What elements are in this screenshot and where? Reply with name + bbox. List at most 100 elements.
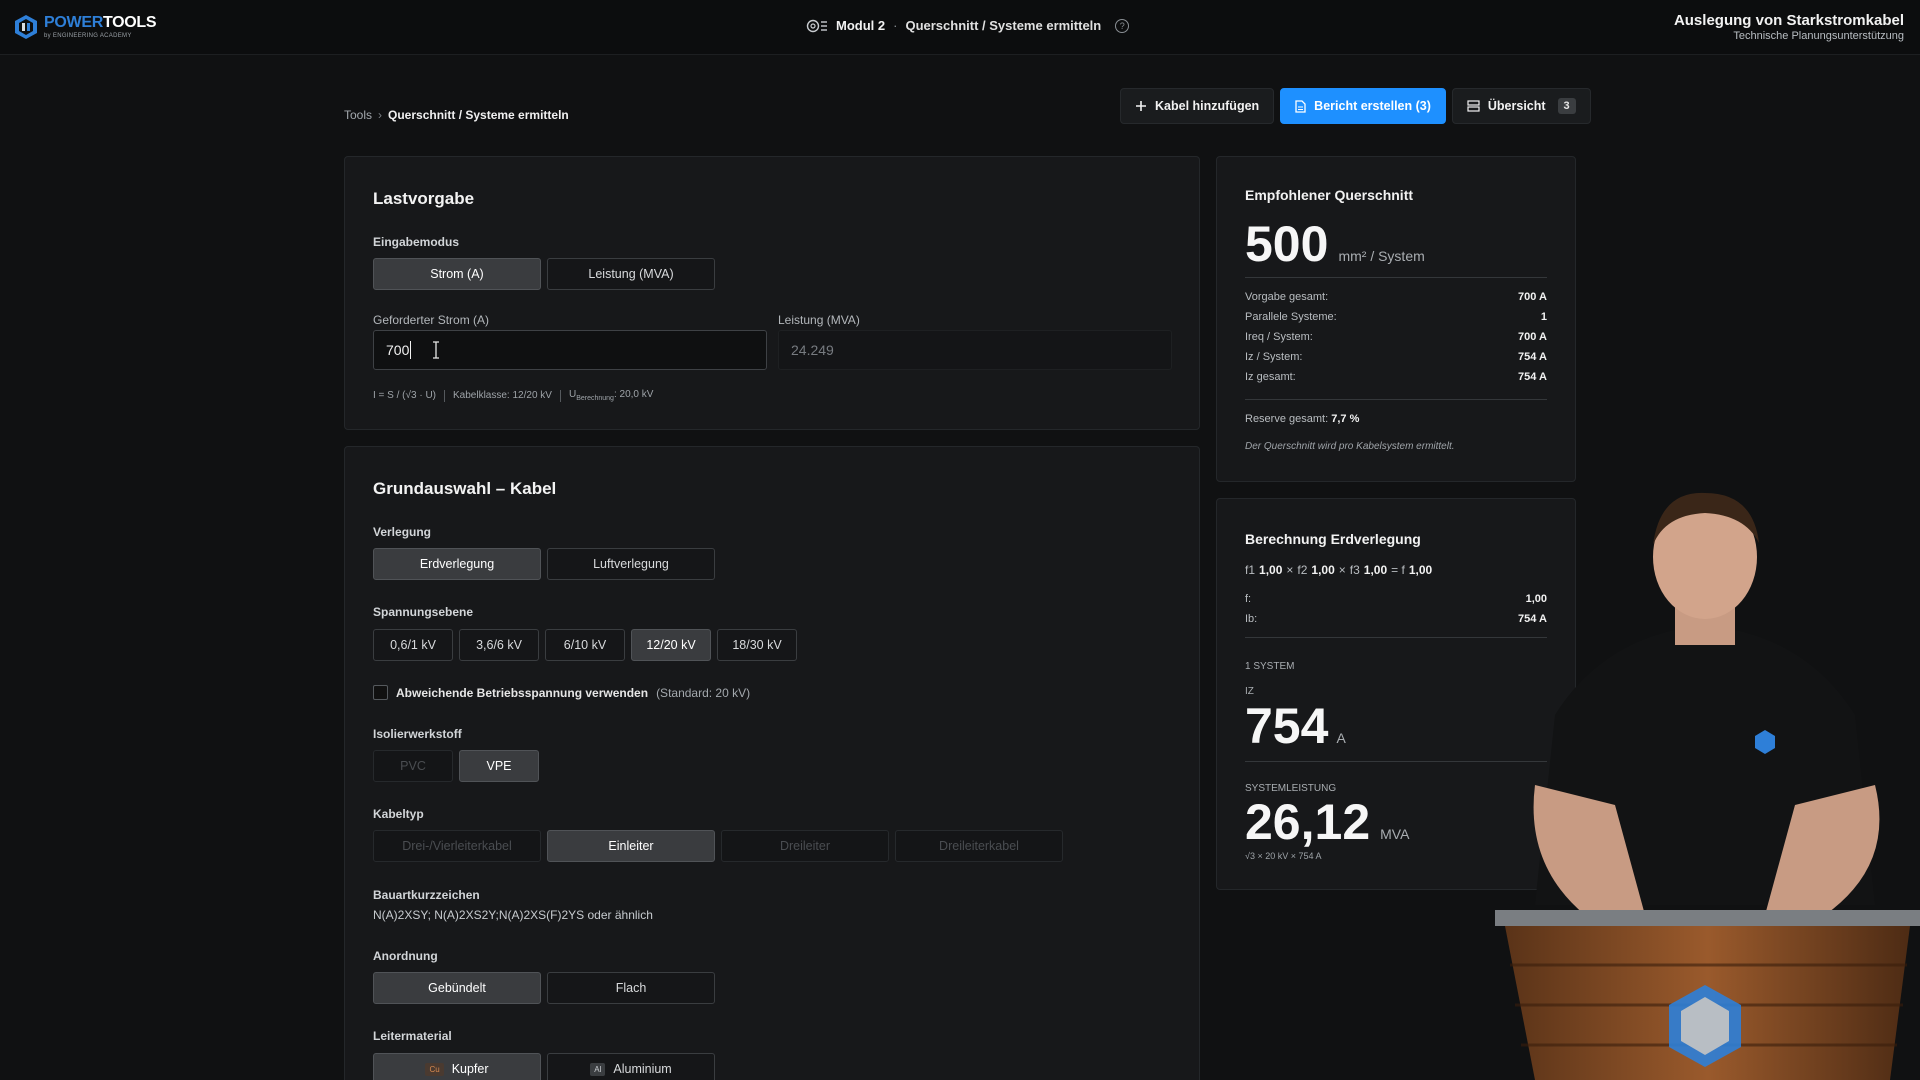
recommended-value-row: 500 mm² / System: [1245, 215, 1425, 273]
hint-divider: [444, 389, 445, 402]
text-cursor-icon: [410, 341, 412, 359]
voltage-12-20-button[interactable]: 12/20 kV: [631, 629, 711, 661]
voltage-18-30-button[interactable]: 18/30 kV: [717, 629, 797, 661]
create-report-label: Bericht erstellen (3): [1314, 99, 1431, 113]
breadcrumb-root[interactable]: Tools: [344, 108, 372, 122]
voltage-6-10-button[interactable]: 6/10 kV: [545, 629, 625, 661]
insulation-label: Isolierwerkstoff: [373, 727, 462, 741]
custom-voltage-checkbox[interactable]: [373, 685, 388, 700]
project-header: Auslegung von Starkstromkabel Technische…: [1674, 12, 1904, 42]
module-label: Modul 2: [836, 18, 886, 33]
iz-unit: A: [1336, 730, 1346, 746]
copper-tag-icon: Cu: [425, 1062, 444, 1076]
aluminium-label: Aluminium: [613, 1062, 672, 1076]
copper-label: Kupfer: [451, 1062, 489, 1076]
voltage-3-6-6-button[interactable]: 3,6/6 kV: [459, 629, 539, 661]
breadcrumb-chevron-icon: ›: [378, 108, 383, 122]
iz-value-row: 754 A: [1245, 697, 1346, 755]
arrangement-bundled-button[interactable]: Gebündelt: [373, 972, 541, 1004]
detail-row: Iz / System: 754 A: [1245, 351, 1547, 363]
insulation-toggle: PVC VPE: [373, 750, 539, 782]
hint-divider: [559, 389, 561, 402]
current-input-value: 700: [386, 342, 410, 358]
custom-voltage-note: (Standard: 20 kV): [656, 685, 751, 700]
cable-selection-card: Grundauswahl – Kabel Verlegung Erdverleg…: [344, 446, 1200, 1080]
formula-hint: I = S / (√3 · U) Kabelklasse: 12/20 kV U…: [373, 389, 653, 402]
detail-row: Parallele Systeme: 1: [1245, 311, 1547, 323]
recommended-value: 500: [1245, 216, 1329, 272]
recommended-title: Empfohlener Querschnitt: [1245, 187, 1414, 203]
module-header: Modul 2 · Querschnitt / Systeme ermittel…: [806, 18, 1130, 33]
voltage-level-toggle: 0,6/1 kV 3,6/6 kV 6/10 kV 12/20 kV 18/30…: [373, 629, 797, 661]
recommended-unit: mm² / System: [1338, 248, 1425, 264]
input-mode-label: Eingabemodus: [373, 235, 460, 249]
laying-label: Verlegung: [373, 525, 432, 539]
module-title: Querschnitt / Systeme ermitteln: [905, 18, 1102, 33]
app-logo[interactable]: POWERTOOLS by ENGINEERING ACADEMY: [14, 14, 157, 40]
detail-row: Ireq / System: 700 A: [1245, 331, 1547, 343]
reserve-value: 7,7 %: [1331, 413, 1360, 425]
breadcrumb-current: Querschnitt / Systeme ermitteln: [388, 108, 569, 122]
conductor-copper-button[interactable]: Cu Kupfer: [373, 1053, 541, 1080]
add-cable-button[interactable]: Kabel hinzufügen: [1120, 88, 1275, 124]
laying-air-button[interactable]: Luftverlegung: [547, 548, 715, 580]
power-input-value: 24.249: [791, 342, 834, 358]
plus-icon: [1136, 101, 1146, 111]
conductor-aluminium-button[interactable]: Al Aluminium: [547, 1053, 715, 1080]
reserve-label: Reserve gesamt:: [1245, 413, 1329, 425]
presenter-video-overlay: [1495, 492, 1920, 1080]
recommended-section-card: Empfohlener Querschnitt 500 mm² / System…: [1216, 156, 1576, 482]
top-bar: POWERTOOLS by ENGINEERING ACADEMY Modul …: [0, 0, 1920, 55]
conductor-label: Leitermaterial: [373, 1029, 452, 1043]
system-power-value: 26,12: [1245, 794, 1371, 850]
conductor-toggle: Cu Kupfer Al Aluminium: [373, 1053, 715, 1080]
cable-type-three-cable-button[interactable]: Dreileiterkabel: [895, 830, 1063, 862]
logo-subtitle: by ENGINEERING ACADEMY: [44, 33, 132, 39]
recommended-note: Der Querschnitt wird pro Kabelsystem erm…: [1245, 441, 1455, 452]
laying-toggle: Erdverlegung Luftverlegung: [373, 548, 715, 580]
document-icon: [1295, 99, 1306, 113]
insulation-vpe-button[interactable]: VPE: [459, 750, 539, 782]
current-field-label: Geforderter Strom (A): [373, 313, 490, 327]
system-power-unit: MVA: [1380, 826, 1410, 842]
calc-voltage-text: UBerechnung: 20,0 kV: [568, 389, 654, 402]
overview-button[interactable]: Übersicht 3: [1451, 88, 1591, 124]
designation-label: Bauartkurzzeichen: [373, 888, 480, 902]
cable-type-three-button[interactable]: Dreileiter: [721, 830, 889, 862]
laying-ground-button[interactable]: Erdverlegung: [373, 548, 541, 580]
cable-type-label: Kabeltyp: [373, 807, 424, 821]
logo-icon: [15, 15, 37, 39]
power-input: 24.249: [778, 330, 1172, 370]
system-power-formula: √3 × 20 kV × 754 A: [1245, 851, 1322, 861]
current-input[interactable]: 700: [373, 330, 767, 370]
module-separator: ·: [893, 18, 898, 33]
custom-voltage-option[interactable]: Abweichende Betriebsspannung verwenden (…: [373, 685, 750, 700]
load-input-title: Lastvorgabe: [373, 189, 475, 208]
mode-current-button[interactable]: Strom (A): [373, 258, 541, 290]
cable-selection-title: Grundauswahl – Kabel: [373, 479, 557, 498]
voltage-0-6-1-button[interactable]: 0,6/1 kV: [373, 629, 453, 661]
iz-label: IZ: [1245, 686, 1254, 697]
ground-calc-title: Berechnung Erdverlegung: [1245, 531, 1421, 547]
load-input-card: Lastvorgabe Eingabemodus Strom (A) Leist…: [344, 156, 1200, 430]
create-report-button[interactable]: Bericht erstellen (3): [1280, 88, 1446, 124]
power-field-label: Leistung (MVA): [778, 313, 860, 327]
mode-power-button[interactable]: Leistung (MVA): [547, 258, 715, 290]
cable-type-multi-button[interactable]: Drei-/Vierleiterkabel: [373, 830, 541, 862]
project-title: Auslegung von Starkstromkabel: [1673, 12, 1904, 29]
system-power-row: 26,12 MVA: [1245, 793, 1409, 851]
arrangement-label: Anordnung: [373, 949, 438, 963]
designation-value: N(A)2XSY; N(A)2XS2Y;N(A)2XS(F)2YS oder ä…: [373, 908, 653, 922]
arrangement-flat-button[interactable]: Flach: [547, 972, 715, 1004]
overview-label: Übersicht: [1487, 99, 1546, 113]
system-label: 1 SYSTEM: [1245, 661, 1295, 672]
cable-type-single-button[interactable]: Einleiter: [547, 830, 715, 862]
detail-row: Iz gesamt: 754 A: [1245, 371, 1547, 383]
overview-count-badge: 3: [1557, 98, 1576, 114]
project-subtitle: Technische Planungsunterstützung: [1733, 30, 1904, 42]
aluminium-tag-icon: Al: [590, 1062, 606, 1076]
breadcrumb: Tools › Querschnitt / Systeme ermitteln: [344, 108, 569, 122]
divider: [1245, 277, 1547, 278]
insulation-pvc-button[interactable]: PVC: [373, 750, 453, 782]
help-icon[interactable]: ?: [1115, 18, 1130, 33]
